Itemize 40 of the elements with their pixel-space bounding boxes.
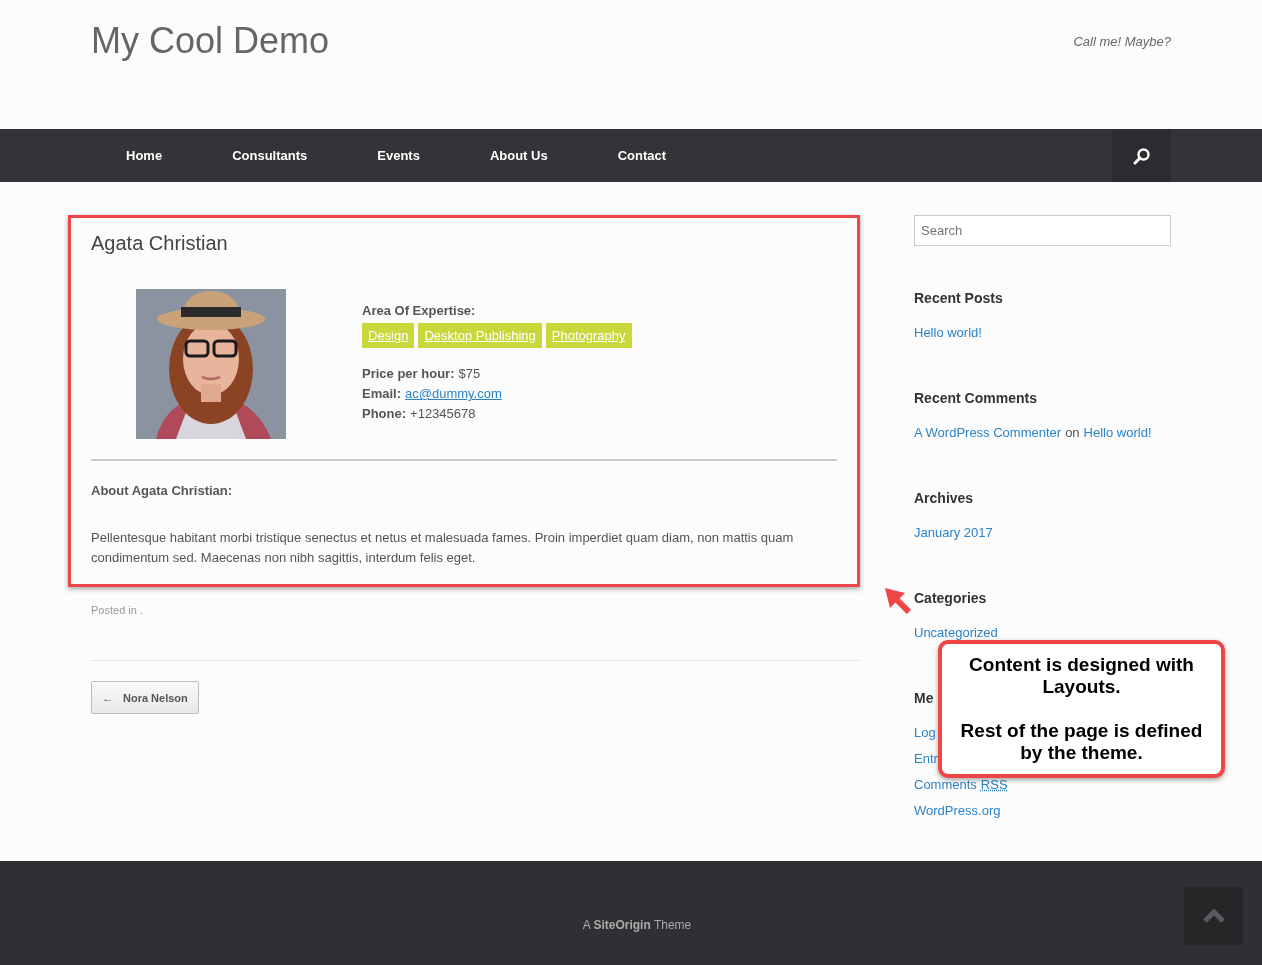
sidebar-link[interactable]: Hello world! <box>1083 420 1152 446</box>
widget-title: Me <box>914 690 934 706</box>
expertise-label: Area Of Expertise: <box>362 303 477 318</box>
field-label: Price per hour: <box>362 365 455 383</box>
nav-item[interactable]: Events <box>342 129 455 182</box>
sidebar-link[interactable]: WordPress.org <box>914 798 1001 824</box>
sidebar-link[interactable]: Hello world! <box>914 320 982 346</box>
footer-credit: A SiteOrigin Theme <box>582 918 692 932</box>
sidebar-link[interactable]: Log <box>914 720 936 746</box>
sidebar-link[interactable]: January 2017 <box>914 520 993 546</box>
widget-title: Archives <box>914 490 974 506</box>
site-title[interactable]: My Cool Demo <box>91 20 330 62</box>
widget-title: Recent Posts <box>914 290 1003 306</box>
previous-post-button[interactable]: ← Nora Nelson <box>91 681 199 714</box>
search-icon <box>1131 145 1152 166</box>
callout-text: Content is designed with Layouts. <box>968 654 1195 698</box>
chevron-up-icon <box>1202 909 1225 923</box>
search-field[interactable]: Search <box>914 215 1171 246</box>
arrow-icon <box>885 588 911 614</box>
nav-item[interactable]: Contact <box>582 129 702 182</box>
callout-text: Rest of the page is defined by the theme. <box>959 720 1204 764</box>
field-value: $75 <box>458 365 481 383</box>
nav-item[interactable]: Consultants <box>197 129 343 182</box>
nav-item[interactable]: Home <box>91 129 198 182</box>
field-label: Phone: <box>362 405 407 423</box>
widget-title: Categories <box>914 590 987 606</box>
sidebar-text: on <box>1065 424 1080 442</box>
email-link[interactable]: ac@dummy.com <box>405 384 502 404</box>
widget-title: Recent Comments <box>914 390 1037 406</box>
field-label: Email: <box>362 385 401 403</box>
nav-item[interactable]: About Us <box>454 129 583 182</box>
about-heading: About Agata Christian: <box>91 483 234 498</box>
about-text: Pellentesque habitant morbi tristique senectus et netus et malesuada fames. Proin imperdiet quam diam, non mattis quam condimentum sed. Maecenas non nibh sagittis, interdum felis eget. <box>91 529 795 567</box>
sidebar-link[interactable]: A WordPress Commenter <box>914 420 1062 446</box>
post-title: Agata Christian <box>91 232 229 255</box>
field-value: +12345678 <box>410 405 476 423</box>
sidebar-link[interactable]: Entr <box>914 746 938 772</box>
tagline: Call me! Maybe? <box>1073 34 1171 49</box>
search-button[interactable] <box>1112 129 1171 182</box>
posted-in-text: Posted in . <box>91 604 144 616</box>
